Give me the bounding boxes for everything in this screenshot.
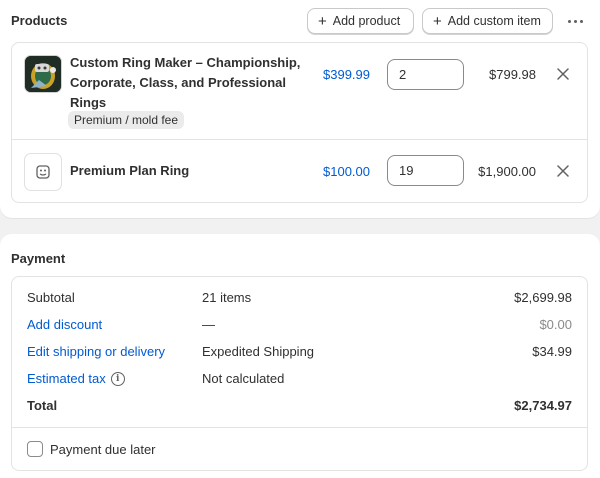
product-price-link[interactable]: $399.99 <box>323 67 370 82</box>
product-price-link[interactable]: $100.00 <box>323 164 370 179</box>
discount-row: Add discount — $0.00 <box>12 317 587 337</box>
quantity-input[interactable] <box>387 59 464 90</box>
add-custom-item-button[interactable]: + Add custom item <box>422 8 553 34</box>
product-name[interactable]: Custom Ring Maker – Championship, Corpor… <box>70 53 305 113</box>
quantity-input[interactable] <box>387 155 464 186</box>
subtotal-row: Subtotal 21 items $2,699.98 <box>12 290 587 310</box>
ring-product-image <box>24 55 62 93</box>
subtotal-amount: $2,699.98 <box>514 290 572 305</box>
add-discount-link[interactable]: Add discount <box>27 317 102 332</box>
line-total: $799.98 <box>489 67 536 82</box>
variant-badge: Premium / mold fee <box>68 111 185 129</box>
shipping-row: Edit shipping or delivery Expedited Ship… <box>12 344 587 364</box>
remove-item-icon[interactable] <box>554 162 572 180</box>
shipping-method: Expedited Shipping <box>202 344 315 359</box>
discount-description: — <box>202 317 215 332</box>
subtotal-label: Subtotal <box>27 290 75 305</box>
products-title: Products <box>11 13 68 28</box>
estimated-tax-label[interactable]: Estimated tax <box>27 371 106 386</box>
image-placeholder-icon <box>24 153 62 191</box>
products-list: Custom Ring Maker – Championship, Corpor… <box>11 42 588 203</box>
total-amount: $2,734.97 <box>514 398 572 413</box>
more-actions-icon[interactable] <box>564 10 586 32</box>
row-divider <box>12 427 587 428</box>
add-product-label: Add product <box>332 14 401 28</box>
add-product-button[interactable]: + Add product <box>307 8 414 34</box>
tax-row: Estimated tax i Not calculated <box>12 371 587 391</box>
products-card: Products + Add product + Add custom item… <box>0 0 600 218</box>
tax-description: Not calculated <box>202 371 285 386</box>
line-total: $1,900.00 <box>478 164 536 179</box>
remove-item-icon[interactable] <box>554 65 572 83</box>
estimated-tax-link[interactable]: Estimated tax i <box>27 371 125 386</box>
add-custom-item-label: Add custom item <box>447 14 541 28</box>
info-icon[interactable]: i <box>110 371 125 386</box>
discount-amount: $0.00 <box>539 317 572 332</box>
total-row: Total $2,734.97 <box>12 398 587 418</box>
product-name[interactable]: Premium Plan Ring <box>70 161 305 181</box>
payment-due-later-checkbox[interactable] <box>27 441 43 457</box>
plus-icon: + <box>318 12 327 30</box>
row-divider <box>12 139 587 140</box>
payment-summary: Subtotal 21 items $2,699.98 Add discount… <box>11 276 588 471</box>
payment-due-later-label[interactable]: Payment due later <box>50 442 156 457</box>
edit-shipping-link[interactable]: Edit shipping or delivery <box>27 344 165 359</box>
plus-icon: + <box>433 12 442 30</box>
total-label: Total <box>27 398 58 413</box>
shipping-amount: $34.99 <box>532 344 572 359</box>
subtotal-items: 21 items <box>202 290 252 305</box>
payment-title: Payment <box>11 251 66 266</box>
